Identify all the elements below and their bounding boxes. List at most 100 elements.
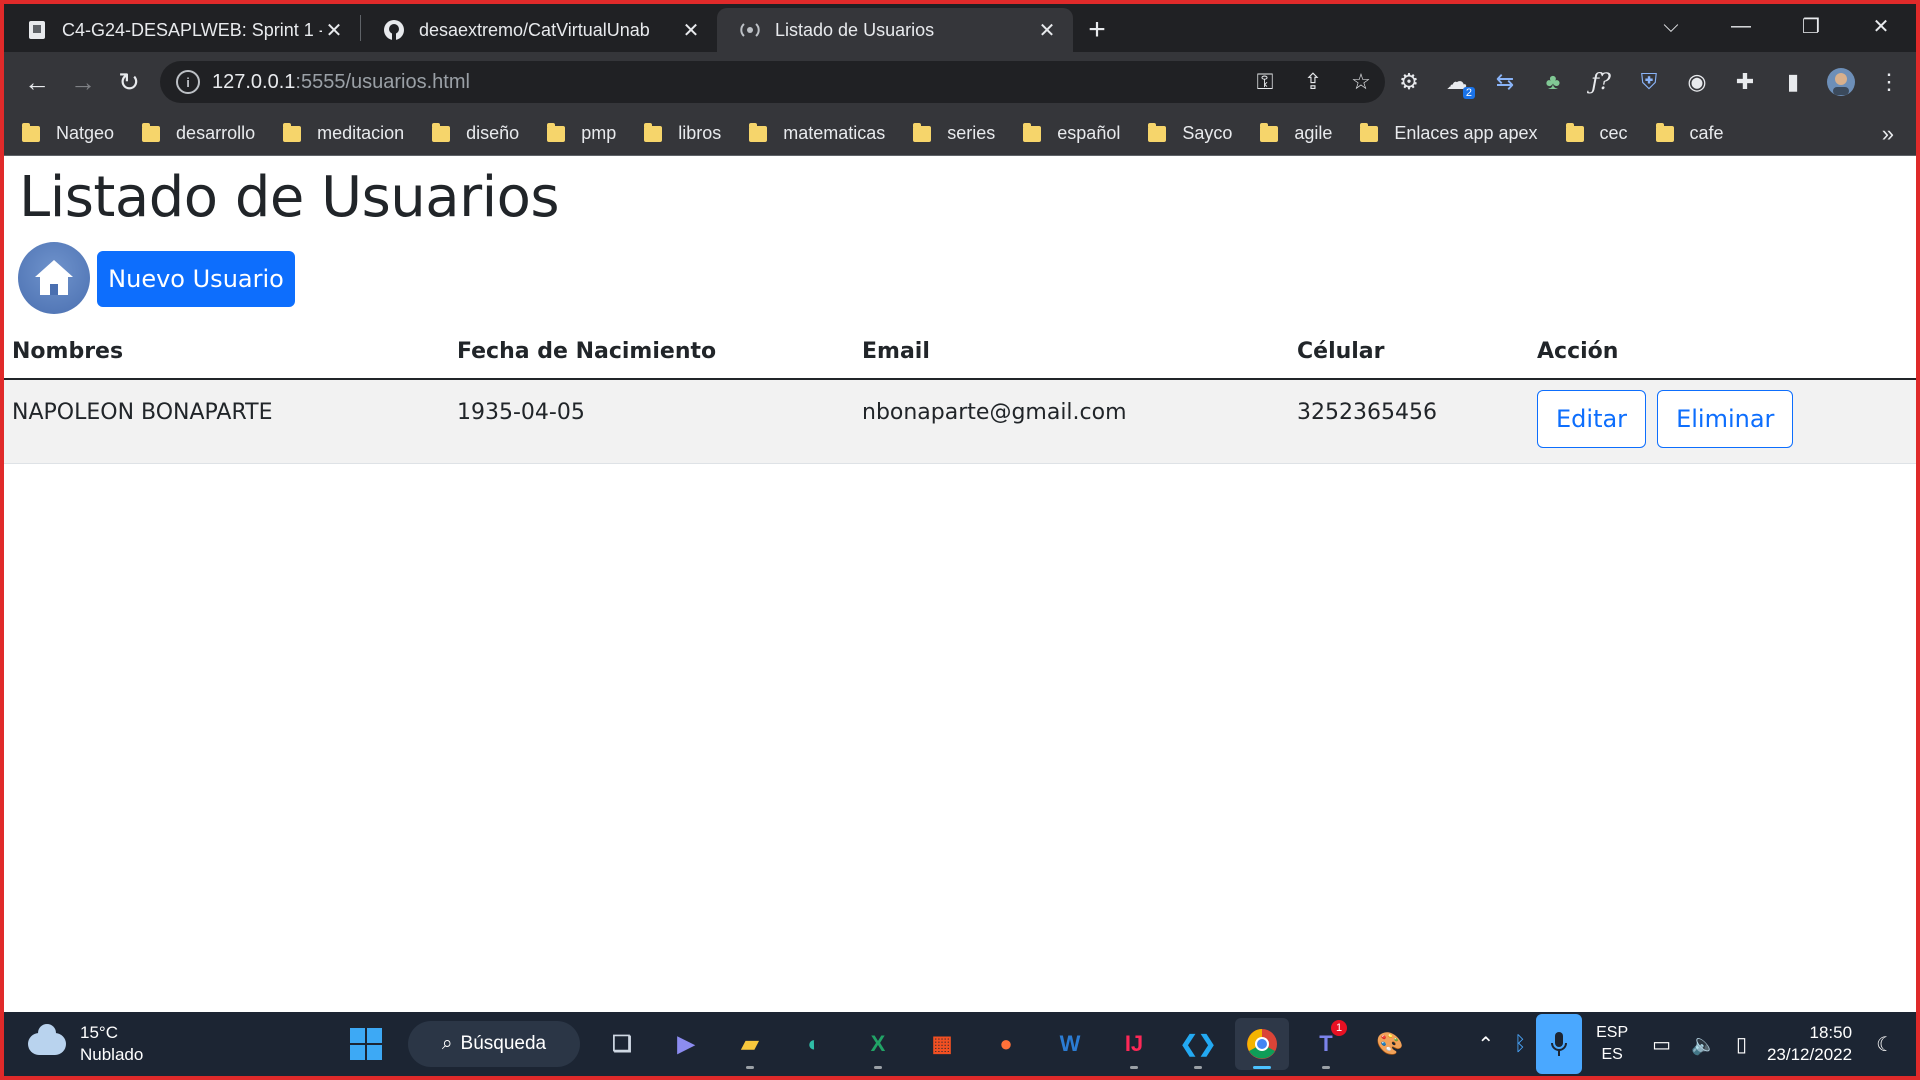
header-celular: Célular	[1289, 325, 1529, 380]
bluetooth-icon[interactable]: ᛒ	[1514, 1033, 1526, 1056]
cell-fecha: 1935-04-05	[449, 379, 854, 464]
excel-icon[interactable]: X	[851, 1018, 905, 1070]
bookmarks-bar: Natgeo desarrollo meditacion diseño pmp …	[4, 112, 1916, 156]
edge-icon[interactable]: ◐	[787, 1018, 841, 1070]
network-icon[interactable]: ▭	[1652, 1032, 1671, 1057]
clock[interactable]: 18:50 23/12/2022	[1767, 1022, 1852, 1066]
volume-icon[interactable]: 🔈	[1691, 1032, 1716, 1057]
store-icon[interactable]: ▦	[915, 1018, 969, 1070]
bookmark-folder[interactable]: Sayco	[1148, 122, 1232, 144]
close-tab-icon[interactable]: ✕	[679, 18, 703, 43]
site-info-icon[interactable]: i	[176, 70, 200, 94]
bookmark-folder[interactable]: libros	[644, 122, 722, 144]
settings-extension-icon[interactable]: ⚙	[1385, 59, 1433, 105]
search-icon: ⌕	[441, 1033, 453, 1054]
close-tab-icon[interactable]: ✕	[1035, 18, 1059, 43]
chevron-up-icon[interactable]: ⌃	[1477, 1032, 1494, 1057]
bookmark-label: meditacion	[317, 123, 405, 143]
tab-strip: C4-G24-DESAPLWEB: Sprint 1 - C ✕ desaext…	[4, 4, 1916, 52]
bookmark-folder[interactable]: agile	[1260, 122, 1332, 144]
chrome-logo	[1247, 1029, 1277, 1059]
bookmark-folder[interactable]: diseño	[432, 122, 519, 144]
extension-badge: 2	[1462, 87, 1475, 99]
table-row: NAPOLEON BONAPARTE 1935-04-05 nbonaparte…	[4, 379, 1916, 464]
bookmark-folder[interactable]: cafe	[1655, 122, 1724, 144]
folder-icon	[644, 122, 663, 142]
shield-icon[interactable]: ⛨	[1625, 59, 1673, 105]
vscode-icon[interactable]: ❮❯	[1171, 1018, 1225, 1070]
bookmark-folder[interactable]: Enlaces app apex	[1360, 122, 1538, 144]
taskbar-apps: ⌕ Búsqueda ❏ ▶ ▰ ◐ X ▦ ● W IJ ❮❯ T 1 🎨	[334, 1018, 1422, 1070]
start-button[interactable]	[339, 1018, 393, 1070]
restore-icon[interactable]: ❐	[1776, 4, 1846, 48]
file-explorer-icon[interactable]: ▰	[723, 1018, 777, 1070]
bookmark-folder[interactable]: cec	[1565, 122, 1628, 144]
language-indicator[interactable]: ESP ES	[1596, 1022, 1628, 1066]
bookmark-folder[interactable]: desarrollo	[142, 122, 255, 144]
tab-search-icon[interactable]: ⌵	[1636, 4, 1706, 48]
function-icon[interactable]: ƒ?	[1577, 59, 1625, 105]
bookmark-folder[interactable]: series	[913, 122, 995, 144]
header-fecha-nacimiento: Fecha de Nacimiento	[449, 325, 854, 380]
weather-widget[interactable]: 15°C Nublado	[28, 1022, 143, 1066]
more-bookmarks-icon[interactable]: »	[1882, 121, 1894, 147]
minimize-icon[interactable]: —	[1706, 4, 1776, 48]
delete-button[interactable]: Eliminar	[1657, 390, 1794, 448]
profile-avatar[interactable]	[1817, 59, 1865, 105]
word-icon[interactable]: W	[1043, 1018, 1097, 1070]
bookmark-folder[interactable]: pmp	[547, 122, 616, 144]
new-tab-icon[interactable]: +	[1073, 8, 1121, 52]
microphone-icon[interactable]	[1536, 1014, 1583, 1074]
share-icon[interactable]: ⇪	[1289, 69, 1337, 95]
teams-icon[interactable]: T 1	[1299, 1018, 1353, 1070]
menu-icon[interactable]: ⋮	[1865, 59, 1913, 105]
edit-button[interactable]: Editar	[1537, 390, 1647, 448]
circle-extension-icon[interactable]: ◉	[1673, 59, 1721, 105]
firefox-icon[interactable]: ●	[979, 1018, 1033, 1070]
broadcast-icon	[739, 19, 761, 41]
cell-email: nbonaparte@gmail.com	[854, 379, 1289, 464]
close-tab-icon[interactable]: ✕	[322, 18, 346, 43]
extension-cloud-icon[interactable]: ☁ 2	[1433, 59, 1481, 105]
tab-sprint[interactable]: C4-G24-DESAPLWEB: Sprint 1 - C ✕	[4, 8, 360, 52]
paint-icon[interactable]: 🎨	[1363, 1018, 1417, 1070]
folder-icon	[749, 122, 768, 142]
chrome-icon[interactable]	[1235, 1018, 1289, 1070]
bookmark-label: cec	[1599, 123, 1628, 143]
reload-icon[interactable]: ↻	[106, 59, 152, 105]
key-icon[interactable]: ⚿	[1241, 69, 1289, 95]
browser-toolbar: ← → ↻ i 127.0.0.1:5555/usuarios.html ⚿ ⇪…	[4, 52, 1916, 112]
new-user-button[interactable]: Nuevo Usuario	[97, 251, 295, 307]
tab-listado-usuarios[interactable]: Listado de Usuarios ✕	[717, 8, 1073, 52]
bookmark-label: libros	[678, 123, 722, 143]
puzzle-icon[interactable]: ✚	[1721, 59, 1769, 105]
folder-icon	[1565, 122, 1584, 142]
back-icon[interactable]: ←	[14, 59, 60, 105]
battery-icon[interactable]: ▯	[1736, 1032, 1747, 1057]
intellij-icon[interactable]: IJ	[1107, 1018, 1161, 1070]
bookmark-star-icon[interactable]: ☆	[1337, 69, 1385, 95]
bookmark-folder[interactable]: matematicas	[749, 122, 885, 144]
tab-github[interactable]: desaextremo/CatVirtualUnab ✕	[361, 8, 717, 52]
forward-icon[interactable]: →	[60, 59, 106, 105]
bookmark-folder[interactable]: español	[1023, 122, 1120, 144]
folder-icon	[1260, 122, 1279, 142]
task-view-icon[interactable]: ❏	[595, 1018, 649, 1070]
home-button[interactable]	[18, 242, 90, 314]
taskbar-search[interactable]: ⌕ Búsqueda	[408, 1021, 580, 1067]
bookmark-folder[interactable]: Natgeo	[22, 122, 114, 144]
bookmark-folder[interactable]: meditacion	[283, 122, 405, 144]
teams-chat-icon[interactable]: ▶	[659, 1018, 713, 1070]
cloud-icon	[28, 1024, 66, 1055]
header-nombres: Nombres	[4, 325, 449, 380]
address-bar[interactable]: i 127.0.0.1:5555/usuarios.html ⚿ ⇪ ☆	[160, 61, 1385, 103]
table-header-row: Nombres Fecha de Nacimiento Email Célula…	[4, 325, 1916, 380]
windows-icon	[350, 1028, 382, 1060]
folder-icon	[1655, 122, 1674, 142]
notifications-moon-icon[interactable]: ☾	[1876, 1032, 1894, 1057]
home-icon	[35, 260, 73, 295]
close-window-icon[interactable]: ✕	[1846, 4, 1916, 48]
translate-icon[interactable]: ⇆	[1481, 59, 1529, 105]
tree-icon[interactable]: ♣	[1529, 59, 1577, 105]
side-panel-icon[interactable]: ▮	[1769, 59, 1817, 105]
